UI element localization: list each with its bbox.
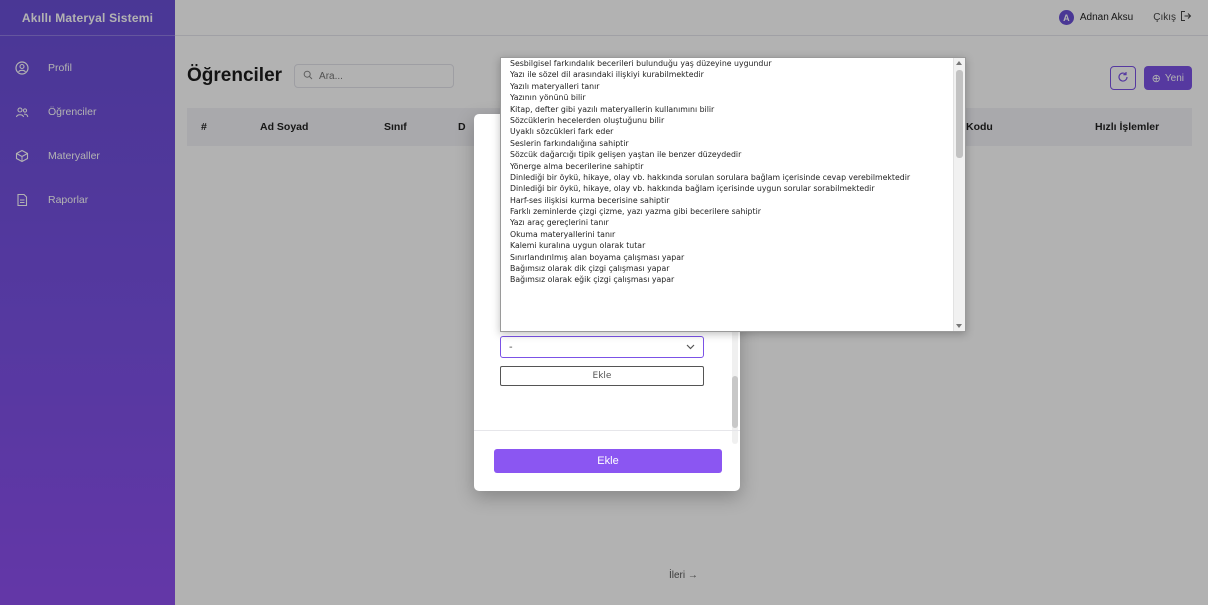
dropdown-option[interactable]: Seslerin farkındalığına sahiptir <box>501 138 953 149</box>
add-item-button[interactable]: Ekle <box>500 366 704 386</box>
dropdown-options: Sesbilgisel farkındalık becerileri bulun… <box>501 58 953 286</box>
dropdown-option[interactable]: Yönerge alma becerilerine sahiptir <box>501 161 953 172</box>
skill-dropdown-list: Sesbilgisel farkındalık becerileri bulun… <box>500 57 966 332</box>
dropdown-scrollbar-thumb[interactable] <box>956 70 963 158</box>
chevron-down-icon <box>686 342 695 353</box>
scroll-up-icon[interactable] <box>956 61 962 65</box>
dropdown-option[interactable]: Dinlediği bir öykü, hikaye, olay vb. hak… <box>501 183 953 194</box>
dropdown-option[interactable]: Uyaklı sözcükleri fark eder <box>501 126 953 137</box>
dropdown-option[interactable]: Dinlediği bir öykü, hikaye, olay vb. hak… <box>501 172 953 183</box>
dropdown-option[interactable]: Bağımsız olarak dik çizgi çalışması yapa… <box>501 263 953 274</box>
dropdown-option[interactable]: Farklı zeminlerde çizgi çizme, yazı yazm… <box>501 206 953 217</box>
scroll-down-icon[interactable] <box>956 324 962 328</box>
dropdown-option[interactable]: Yazının yönünü bilir <box>501 92 953 103</box>
dropdown-option[interactable]: Yazı ile sözel dil arasındaki ilişkiyi k… <box>501 69 953 80</box>
dropdown-option[interactable]: Harf-ses ilişkisi kurma becerisine sahip… <box>501 195 953 206</box>
dropdown-option[interactable]: Yazılı materyalleri tanır <box>501 81 953 92</box>
dropdown-scrollbar[interactable] <box>953 58 965 331</box>
dropdown-option[interactable]: Okuma materyallerini tanır <box>501 229 953 240</box>
modal-scrollbar-thumb[interactable] <box>732 376 738 428</box>
dropdown-option[interactable]: Sınırlandırılmış alan boyama çalışması y… <box>501 252 953 263</box>
modal-divider <box>474 430 740 431</box>
dropdown-option[interactable]: Yazı araç gereçlerini tanır <box>501 217 953 228</box>
dropdown-option[interactable]: Sözcük dağarcığı tipik gelişen yaştan il… <box>501 149 953 160</box>
dropdown-option[interactable]: Sesbilgisel farkındalık becerileri bulun… <box>501 58 953 69</box>
dropdown-option[interactable]: Kalemi kuralına uygun olarak tutar <box>501 240 953 251</box>
skill-select-value: - <box>509 341 513 353</box>
dropdown-option[interactable]: Bağımsız olarak eğik çizgi çalışması yap… <box>501 274 953 285</box>
dropdown-option[interactable]: Sözcüklerin hecelerden oluştuğunu bilir <box>501 115 953 126</box>
skill-select[interactable]: - <box>500 336 704 358</box>
dropdown-option[interactable]: Kitap, defter gibi yazılı materyallerin … <box>501 104 953 115</box>
submit-add-button[interactable]: Ekle <box>494 449 722 473</box>
